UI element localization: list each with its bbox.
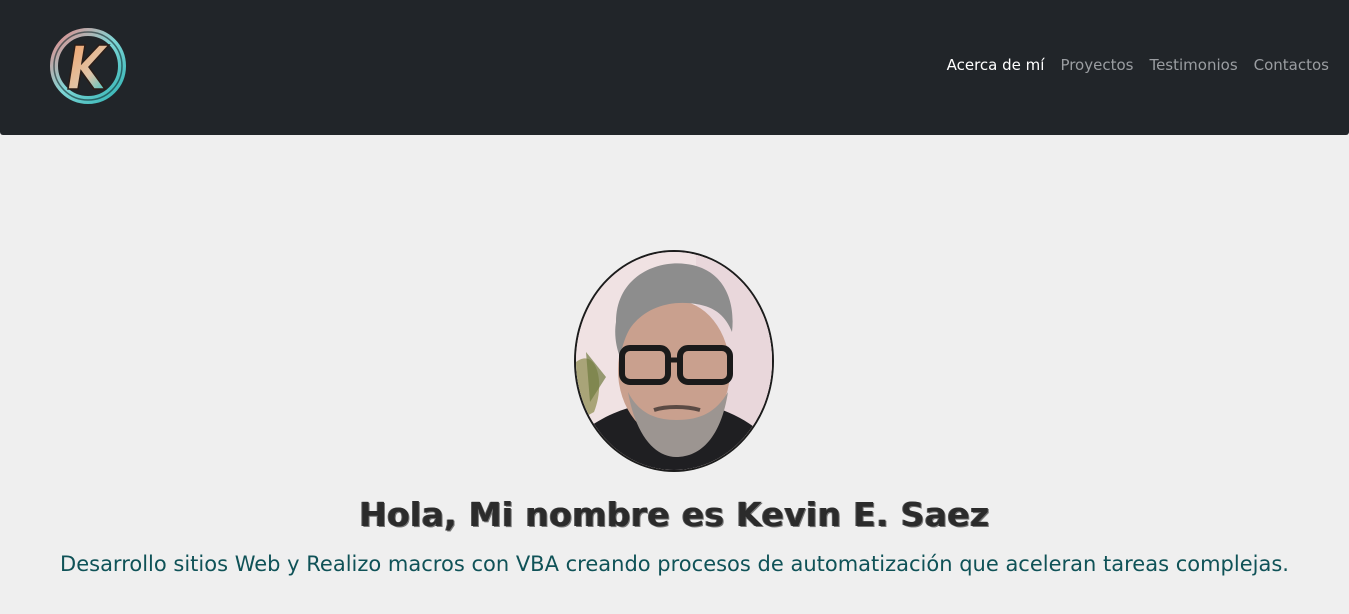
- nav-link-about[interactable]: Acerca de mí: [947, 54, 1045, 76]
- hero-subtitle: Desarrollo sitios Web y Realizo macros c…: [60, 552, 1289, 576]
- navbar: Acerca de mí Proyectos Testimonios Conta…: [0, 0, 1349, 135]
- profile-avatar: [574, 250, 774, 472]
- logo-link[interactable]: [47, 25, 129, 107]
- nav-link-contacts[interactable]: Contactos: [1254, 54, 1329, 76]
- hero-title: Hola, Mi nombre es Kevin E. Saez: [359, 495, 990, 534]
- nav-menu: Acerca de mí Proyectos Testimonios Conta…: [947, 54, 1329, 76]
- profile-photo: [576, 252, 772, 470]
- nav-link-testimonials[interactable]: Testimonios: [1149, 54, 1237, 76]
- k-logo-icon: [50, 28, 126, 104]
- nav-link-projects[interactable]: Proyectos: [1060, 54, 1133, 76]
